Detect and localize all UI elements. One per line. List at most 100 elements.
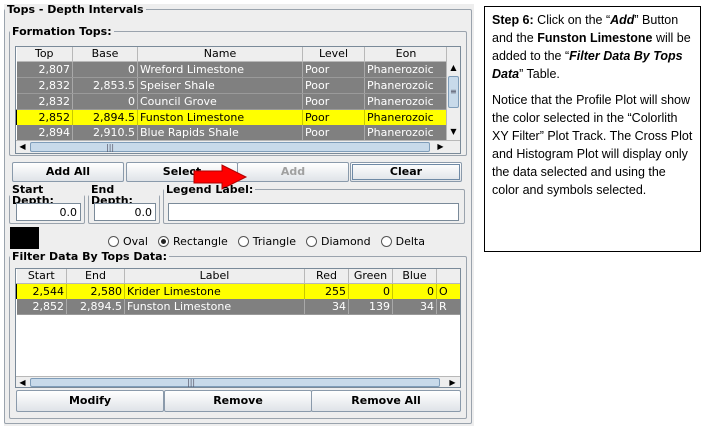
table-cell: Council Grove bbox=[137, 93, 303, 110]
table-cell: Speiser Shale bbox=[137, 77, 303, 94]
filter-data-table: Start End Label Red Green Blue 2,544 2,580 Krid… bbox=[15, 268, 461, 388]
symbol-radio-group: Oval Rectangle Triangle Diamond Delta bbox=[108, 235, 425, 248]
table-cell: 0 bbox=[392, 283, 437, 299]
table-cell: 0 bbox=[72, 61, 138, 78]
table-cell: 2,910.5 bbox=[72, 124, 138, 141]
symbol-rectangle-radio[interactable]: Rectangle bbox=[157, 235, 228, 248]
filter-data-title: Filter Data By Tops Data: bbox=[12, 250, 167, 263]
legend-label-input[interactable] bbox=[168, 203, 459, 221]
table-cell: 2,807 bbox=[16, 61, 73, 78]
table-cell: 2,832 bbox=[16, 77, 73, 94]
radio-icon bbox=[380, 236, 392, 247]
symbol-triangle-radio[interactable]: Triangle bbox=[237, 235, 296, 248]
column-header: Eon bbox=[364, 47, 448, 62]
radio-selected-icon bbox=[157, 236, 169, 247]
table-cell: Poor bbox=[302, 77, 365, 94]
table-cell: 34 bbox=[392, 298, 437, 315]
symbol-oval-radio[interactable]: Oval bbox=[108, 235, 148, 248]
formation-tops-horizontal-scrollbar[interactable]: ◀ ||| ▶ bbox=[16, 140, 460, 153]
table-cell: Poor bbox=[302, 109, 365, 125]
formation-tops-title: Formation Tops: bbox=[12, 25, 112, 38]
table-cell: 2,544 bbox=[16, 283, 67, 299]
table-cell: Funston Limestone bbox=[124, 298, 305, 315]
end-depth-input[interactable] bbox=[94, 203, 156, 221]
table-cell: Poor bbox=[302, 124, 365, 141]
table-cell: Phanerozoic bbox=[364, 109, 448, 125]
start-depth-input[interactable] bbox=[16, 203, 81, 221]
column-header: Label bbox=[124, 269, 305, 284]
instruction-note: Step 6: Click on the “Add” Button and th… bbox=[484, 6, 701, 252]
symbol-diamond-radio[interactable]: Diamond bbox=[305, 235, 371, 248]
horizontal-scrollbar-thumb[interactable]: ||| bbox=[30, 142, 430, 152]
table-cell: 2,580 bbox=[66, 283, 125, 299]
formation-tops-vertical-scrollbar[interactable]: ▲ ≡ ▼ bbox=[446, 47, 460, 140]
column-header: End bbox=[66, 269, 125, 284]
table-cell: 34 bbox=[304, 298, 349, 315]
table-cell: Phanerozoic bbox=[364, 124, 448, 141]
table-cell: 0 bbox=[72, 93, 138, 110]
radio-icon bbox=[237, 236, 249, 247]
table-cell: 255 bbox=[304, 283, 349, 299]
instruction-step: Step 6: Click on the “Add” Button and th… bbox=[492, 13, 691, 81]
table-cell: 139 bbox=[348, 298, 393, 315]
table-cell: 2,832 bbox=[16, 93, 73, 110]
scroll-right-icon[interactable]: ▶ bbox=[446, 377, 459, 387]
scrollbar-thumb[interactable]: ≡ bbox=[448, 76, 459, 108]
column-header: Green bbox=[348, 269, 393, 284]
table-cell: Phanerozoic bbox=[364, 77, 448, 94]
table-cell: 2,894.5 bbox=[66, 298, 125, 315]
clear-button[interactable]: Clear bbox=[350, 162, 462, 182]
add-button[interactable]: Add bbox=[237, 162, 349, 182]
color-swatch[interactable] bbox=[10, 227, 39, 249]
table-cell: Phanerozoic bbox=[364, 61, 448, 78]
table-cell: Funston Limestone bbox=[137, 109, 303, 125]
remove-all-button[interactable]: Remove All bbox=[311, 390, 461, 412]
table-cell: 0 bbox=[348, 283, 393, 299]
table-cell: 2,852 bbox=[16, 298, 67, 315]
table-cell: R bbox=[436, 298, 460, 315]
table-cell: O bbox=[436, 283, 460, 299]
column-header: Start bbox=[16, 269, 67, 284]
formation-tops-table: Top Base Name Level Eon 2,807 0 Wreford Limest… bbox=[15, 46, 461, 154]
table-row[interactable]: 2,832 0 Council Grove Poor Phanerozoic bbox=[16, 93, 448, 110]
radio-icon bbox=[108, 236, 119, 247]
table-cell: 2,852 bbox=[16, 109, 73, 125]
table-cell: Wreford Limestone bbox=[137, 61, 303, 78]
table-cell: Krider Limestone bbox=[124, 283, 305, 299]
table-cell: Blue Rapids Shale bbox=[137, 124, 303, 141]
table-row[interactable]: 2,894 2,910.5 Blue Rapids Shale Poor Phanero… bbox=[16, 124, 448, 141]
legend-label-label: Legend Label: bbox=[166, 183, 254, 196]
remove-button[interactable]: Remove bbox=[164, 390, 312, 412]
table-cell: Phanerozoic bbox=[364, 93, 448, 110]
scroll-left-icon[interactable]: ◀ bbox=[16, 141, 29, 153]
table-row[interactable]: 2,852 2,894.5 Funston Limestone 34 139 34 R bbox=[16, 298, 460, 315]
instruction-notice: Notice that the Profile Plot will show t… bbox=[492, 93, 693, 197]
table-cell: 2,853.5 bbox=[72, 77, 138, 94]
table-row[interactable]: 2,832 2,853.5 Speiser Shale Poor Phanerozoic bbox=[16, 77, 448, 94]
group-title: Tops - Depth Intervals bbox=[7, 3, 144, 16]
table-cell: 2,894.5 bbox=[72, 109, 138, 125]
table-row[interactable]: 2,807 0 Wreford Limestone Poor Phanerozoic bbox=[16, 61, 448, 78]
radio-icon bbox=[305, 236, 317, 247]
table-row-selected[interactable]: 2,544 2,580 Krider Limestone 255 0 0 O bbox=[16, 283, 460, 299]
scroll-left-icon[interactable]: ◀ bbox=[16, 377, 29, 387]
horizontal-scrollbar-thumb[interactable]: ||| bbox=[30, 378, 440, 387]
scroll-up-icon[interactable]: ▲ bbox=[447, 61, 460, 74]
scroll-right-icon[interactable]: ▶ bbox=[434, 141, 447, 153]
add-all-button[interactable]: Add All bbox=[12, 162, 124, 182]
column-header: Base bbox=[72, 47, 138, 62]
symbol-delta-radio[interactable]: Delta bbox=[380, 235, 425, 248]
table-row-selected[interactable]: 2,852 2,894.5 Funston Limestone Poor Phanero… bbox=[16, 109, 448, 125]
scroll-down-icon[interactable]: ▼ bbox=[447, 125, 460, 138]
column-header: Top bbox=[16, 47, 73, 62]
column-header: Name bbox=[137, 47, 303, 62]
column-header: Blue bbox=[392, 269, 437, 284]
table-cell: Poor bbox=[302, 93, 365, 110]
tops-depth-intervals-panel: Tops - Depth Intervals Formation Tops: T… bbox=[4, 4, 474, 426]
table-cell: 2,894 bbox=[16, 124, 73, 141]
filter-data-horizontal-scrollbar[interactable]: ◀ ||| ▶ bbox=[16, 376, 460, 387]
modify-button[interactable]: Modify bbox=[16, 390, 164, 412]
column-header bbox=[436, 269, 460, 284]
table-cell: Poor bbox=[302, 61, 365, 78]
column-header: Level bbox=[302, 47, 365, 62]
